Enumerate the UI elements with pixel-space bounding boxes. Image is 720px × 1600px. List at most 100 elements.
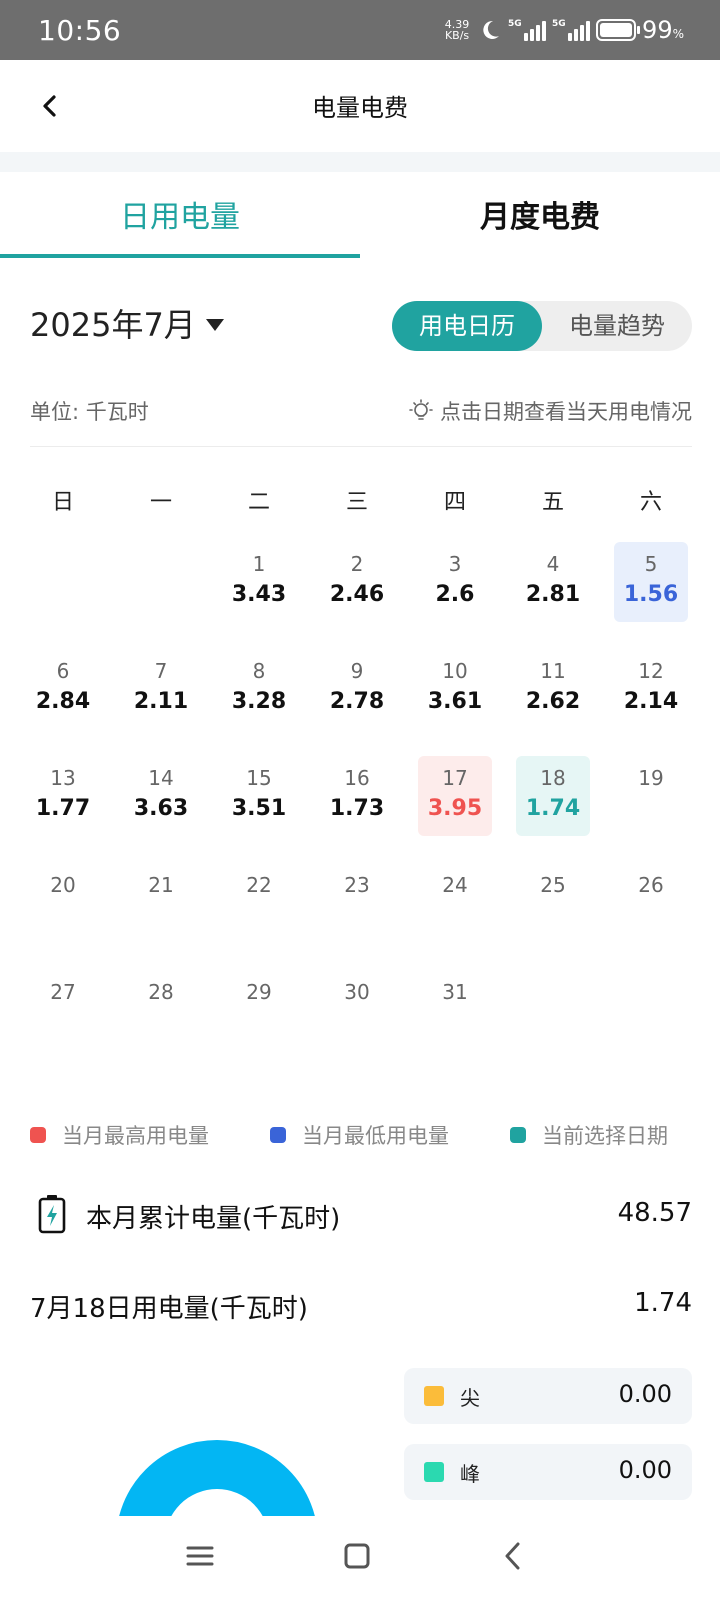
nav-back-icon[interactable] [494,1536,534,1576]
calendar-day[interactable]: 31 [418,970,492,1050]
day-usage-value: 2.6 [435,582,475,607]
day-number: 10 [442,659,468,683]
signal-icon-1: 5G [508,19,547,41]
unit-label: 单位: 千瓦时 [30,400,149,424]
day-number: 1 [252,552,266,576]
tou-peak-swatch [424,1462,444,1482]
calendar-day[interactable]: 17 3.95 [418,756,492,836]
day-number: 31 [442,980,468,1004]
calendar-day[interactable]: 28 [124,970,198,1050]
day-usage-value: 2.14 [623,689,679,714]
day-number: 30 [344,980,370,1004]
calendar-day[interactable]: 26 [614,863,688,943]
calendar-day[interactable]: 25 [516,863,590,943]
weekday-label: 二 [247,490,270,515]
day-number: 23 [344,873,370,897]
day-number: 26 [638,873,664,897]
tab-daily-usage[interactable]: 日用电量 [0,192,360,236]
system-nav-bar [0,1516,720,1600]
month-selector[interactable]: 2025年7月 [30,300,224,346]
calendar-grid: 1 3.43 2 2.46 3 2.6 4 2.81 5 1.56 6 2.84 7 2.11 8 3.28 9… [14,542,706,1110]
day-number: 16 [344,766,370,790]
day-number: 4 [546,552,560,576]
calendar-day[interactable]: 8 3.28 [222,649,296,729]
day-usage-value: 3.95 [427,796,483,821]
calendar-day[interactable]: 5 1.56 [614,542,688,622]
day-number: 22 [246,873,272,897]
legend-max-swatch [30,1127,46,1143]
calendar-day[interactable]: 27 [26,970,100,1050]
day-number: 14 [148,766,174,790]
day-number: 13 [50,766,76,790]
calendar-day[interactable]: 3 2.6 [418,542,492,622]
calendar-day[interactable]: 14 3.63 [124,756,198,836]
calendar-day[interactable]: 13 1.77 [26,756,100,836]
day-usage-value: 1.56 [623,582,679,607]
day-number: 25 [540,873,566,897]
calendar-day[interactable]: 16 1.73 [320,756,394,836]
day-number: 20 [50,873,76,897]
weekday-label: 六 [639,490,662,515]
network-speed: 4.39 KB/s [444,18,470,42]
weekday-label: 一 [149,490,172,515]
day-usage-value: 1.77 [35,796,91,821]
calendar-day[interactable]: 10 3.61 [418,649,492,729]
weekday-label: 日 [51,490,74,515]
calendar-day[interactable]: 18 1.74 [516,756,590,836]
day-number: 27 [50,980,76,1004]
day-usage-value: 1.74 [525,796,581,821]
legend: 当月最高用电量 当月最低用电量 当前选择日期 [30,1120,692,1150]
calendar-day[interactable]: 30 [320,970,394,1050]
day-number: 17 [442,766,468,790]
legend-min: 当月最低用电量 [270,1120,449,1150]
day-usage-label: 7月18日用电量(千瓦时) [30,1294,308,1324]
calendar-day[interactable]: 21 [124,863,198,943]
day-usage-value: 2.78 [329,689,385,714]
day-number: 29 [246,980,272,1004]
day-number: 21 [148,873,174,897]
weekday-label: 三 [345,490,368,515]
legend-max: 当月最高用电量 [30,1120,209,1150]
day-usage-row: 7月18日用电量(千瓦时) 1.74 [30,1284,692,1324]
day-usage-value: 3.63 [133,796,189,821]
calendar-day[interactable]: 23 [320,863,394,943]
legend-selected-swatch [510,1127,526,1143]
calendar-day[interactable]: 24 [418,863,492,943]
day-usage-value: 2.46 [329,582,385,607]
status-icons: 4.39 KB/s 5G 5G 99% [442,16,684,44]
day-number: 24 [442,873,468,897]
toggle-trend[interactable]: 电量趋势 [542,301,692,351]
calendar-day[interactable]: 20 [26,863,100,943]
calendar-day[interactable]: 1 3.43 [222,542,296,622]
page-title: 电量电费 [312,94,408,122]
day-usage-value: 2.81 [525,582,581,607]
calendar-day[interactable]: 9 2.78 [320,649,394,729]
toggle-calendar[interactable]: 用电日历 [392,301,542,351]
calendar-day[interactable]: 2 2.46 [320,542,394,622]
calendar-day[interactable]: 29 [222,970,296,1050]
calendar-day[interactable]: 7 2.11 [124,649,198,729]
calendar-day[interactable]: 4 2.81 [516,542,590,622]
calendar-day[interactable]: 12 2.14 [614,649,688,729]
day-usage-value: 1.74 [634,1288,692,1318]
calendar-day[interactable]: 15 3.51 [222,756,296,836]
tab-bar: 日用电量 月度电费 [0,172,720,258]
tou-peak: 峰 0.00 [404,1444,692,1500]
menu-icon[interactable] [180,1536,220,1576]
battery-charge-icon [38,1195,66,1234]
day-number: 15 [246,766,272,790]
hint-text: 点击日期查看当天用电情况 [440,400,692,424]
tab-monthly-bill[interactable]: 月度电费 [360,192,720,236]
day-usage-value: 3.43 [231,582,287,607]
calendar-day[interactable]: 6 2.84 [26,649,100,729]
calendar-day[interactable]: 11 2.62 [516,649,590,729]
home-icon[interactable] [337,1536,377,1576]
month-total-label: 本月累计电量(千瓦时) [86,1204,341,1234]
legend-selected: 当前选择日期 [510,1120,668,1150]
caret-down-icon [205,319,224,331]
calendar-day[interactable]: 22 [222,863,296,943]
battery-icon [596,19,641,41]
day-usage-value: 2.11 [133,689,189,714]
status-time: 10:56 [38,14,122,47]
calendar-day[interactable]: 19 [614,756,688,836]
